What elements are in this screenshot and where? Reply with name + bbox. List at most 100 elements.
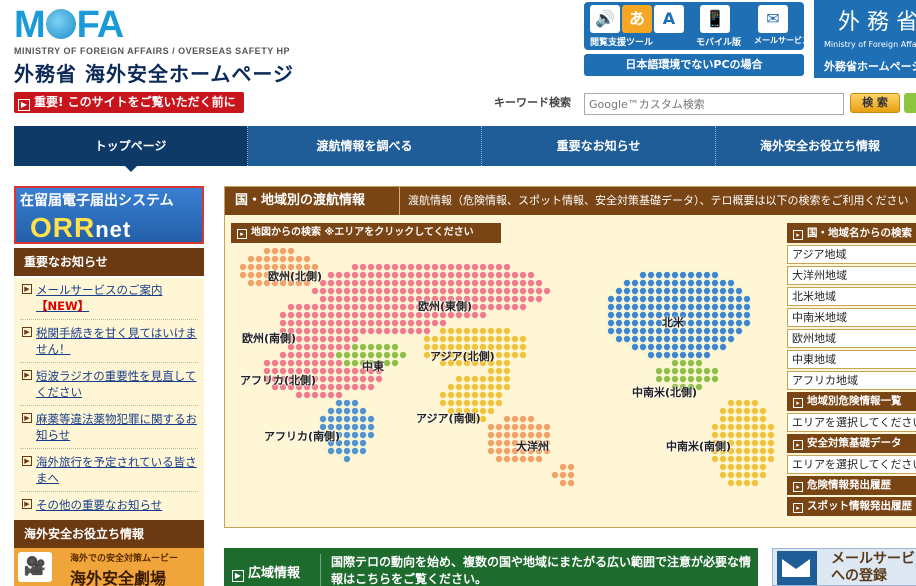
- map-dot-asia_s[interactable]: [439, 399, 447, 407]
- map-dot-na[interactable]: [687, 335, 695, 343]
- map-dot-eu_e[interactable]: [399, 319, 407, 327]
- map-dot-asia_s[interactable]: [471, 391, 479, 399]
- map-dot-eu_e[interactable]: [439, 263, 447, 271]
- map-dot-cam_s[interactable]: [767, 431, 775, 439]
- map-dot-af_n[interactable]: [295, 391, 303, 399]
- map-dot-af_n[interactable]: [303, 359, 311, 367]
- map-dot-eu_e[interactable]: [463, 279, 471, 287]
- map-dot-na[interactable]: [639, 287, 647, 295]
- map-dot-eu_e[interactable]: [383, 327, 391, 335]
- map-dot-na[interactable]: [695, 311, 703, 319]
- map-dot-af_s[interactable]: [343, 423, 351, 431]
- map-dot-eu_s[interactable]: [319, 343, 327, 351]
- map-dot-asia_s[interactable]: [455, 399, 463, 407]
- map-dot-na[interactable]: [687, 287, 695, 295]
- map-dot-cam_s[interactable]: [727, 407, 735, 415]
- map-dot-cam_s[interactable]: [759, 415, 767, 423]
- map-dot-na[interactable]: [639, 327, 647, 335]
- map-dot-eu_e[interactable]: [479, 295, 487, 303]
- map-dot-cam_s[interactable]: [727, 479, 735, 487]
- map-dot-eu_s[interactable]: [319, 327, 327, 335]
- map-dot-eu_s[interactable]: [295, 335, 303, 343]
- map-dot-eu_e[interactable]: [367, 279, 375, 287]
- map-dot-cam_s[interactable]: [751, 423, 759, 431]
- map-dot-asia_n[interactable]: [495, 335, 503, 343]
- map-dot-eu_e[interactable]: [415, 319, 423, 327]
- map-dot-eu_e[interactable]: [351, 327, 359, 335]
- map-dot-cam_s[interactable]: [735, 439, 743, 447]
- map-dot-eu_e[interactable]: [407, 287, 415, 295]
- map-dot-eu_e[interactable]: [431, 319, 439, 327]
- map-dot-na[interactable]: [743, 303, 751, 311]
- map-dot-eu_e[interactable]: [383, 319, 391, 327]
- map-dot-eu_e[interactable]: [351, 271, 359, 279]
- map-dot-asia_n[interactable]: [471, 327, 479, 335]
- map-dot-asia_n[interactable]: [487, 327, 495, 335]
- map-dot-eu_e[interactable]: [527, 287, 535, 295]
- browse-support-label[interactable]: 閲覧支援ツール: [590, 35, 653, 48]
- map-dot-na[interactable]: [639, 343, 647, 351]
- extra-search-button[interactable]: [904, 93, 916, 113]
- map-dot-me[interactable]: [391, 359, 399, 367]
- map-dot-af_n[interactable]: [295, 351, 303, 359]
- map-dot-eu_e[interactable]: [407, 271, 415, 279]
- map-dot-asia_n[interactable]: [519, 335, 527, 343]
- map-dot-na[interactable]: [607, 327, 615, 335]
- map-dot-eu_e[interactable]: [399, 303, 407, 311]
- map-dot-na[interactable]: [735, 327, 743, 335]
- map-dot-eu_e[interactable]: [535, 279, 543, 287]
- map-dot-eu_e[interactable]: [351, 303, 359, 311]
- map-dot-af_s[interactable]: [351, 423, 359, 431]
- map-dot-af_n[interactable]: [327, 351, 335, 359]
- map-dot-na[interactable]: [655, 303, 663, 311]
- map-dot-na[interactable]: [663, 335, 671, 343]
- map-dot-af_n[interactable]: [327, 359, 335, 367]
- map-dot-af_n[interactable]: [359, 383, 367, 391]
- map-dot-af_n[interactable]: [359, 375, 367, 383]
- map-dot-eu_e[interactable]: [479, 263, 487, 271]
- map-dot-oc[interactable]: [551, 471, 559, 479]
- map-dot-na[interactable]: [671, 335, 679, 343]
- map-dot-cam_s[interactable]: [719, 463, 727, 471]
- map-dot-eu_e[interactable]: [471, 279, 479, 287]
- map-dot-eu_e[interactable]: [535, 287, 543, 295]
- map-dot-eu_e[interactable]: [455, 271, 463, 279]
- map-dot-asia_n[interactable]: [455, 335, 463, 343]
- map-dot-af_s[interactable]: [359, 407, 367, 415]
- map-dot-eu_e[interactable]: [423, 319, 431, 327]
- map-dot-eu_e[interactable]: [431, 287, 439, 295]
- map-dot-eu_e[interactable]: [415, 271, 423, 279]
- map-dot-eu_e[interactable]: [375, 311, 383, 319]
- map-dot-af_s[interactable]: [367, 423, 375, 431]
- map-dot-na[interactable]: [743, 311, 751, 319]
- map-dot-na[interactable]: [687, 343, 695, 351]
- area-link-middle-east[interactable]: 中東地域: [787, 350, 916, 369]
- map-dot-asia_s[interactable]: [471, 383, 479, 391]
- map-dot-af_s[interactable]: [351, 399, 359, 407]
- map-dot-eu_e[interactable]: [415, 327, 423, 335]
- map-dot-eu_n[interactable]: [279, 255, 287, 263]
- map-dot-me[interactable]: [383, 343, 391, 351]
- map-dot-na[interactable]: [727, 319, 735, 327]
- map-dot-cam_n[interactable]: [655, 367, 663, 375]
- map-dot-eu_s[interactable]: [311, 303, 319, 311]
- map-dot-eu_s[interactable]: [287, 319, 295, 327]
- map-dot-oc[interactable]: [567, 479, 575, 487]
- map-dot-af_n[interactable]: [271, 359, 279, 367]
- map-dot-eu_s[interactable]: [335, 343, 343, 351]
- map-dot-oc[interactable]: [559, 479, 567, 487]
- map-dot-af_n[interactable]: [335, 375, 343, 383]
- important-notice-button[interactable]: ▶ 重要! このサイトをご覧いただく前に: [14, 92, 244, 113]
- map-dot-na[interactable]: [655, 335, 663, 343]
- map-dot-eu_n[interactable]: [255, 271, 263, 279]
- map-dot-eu_e[interactable]: [327, 295, 335, 303]
- map-dot-cam_s[interactable]: [759, 431, 767, 439]
- map-dot-eu_n[interactable]: [255, 255, 263, 263]
- map-dot-na[interactable]: [655, 351, 663, 359]
- map-dot-na[interactable]: [743, 319, 751, 327]
- map-dot-oc[interactable]: [519, 423, 527, 431]
- map-dot-oc[interactable]: [495, 423, 503, 431]
- map-dot-cam_s[interactable]: [727, 399, 735, 407]
- map-dot-cam_s[interactable]: [743, 423, 751, 431]
- map-dot-eu_e[interactable]: [391, 295, 399, 303]
